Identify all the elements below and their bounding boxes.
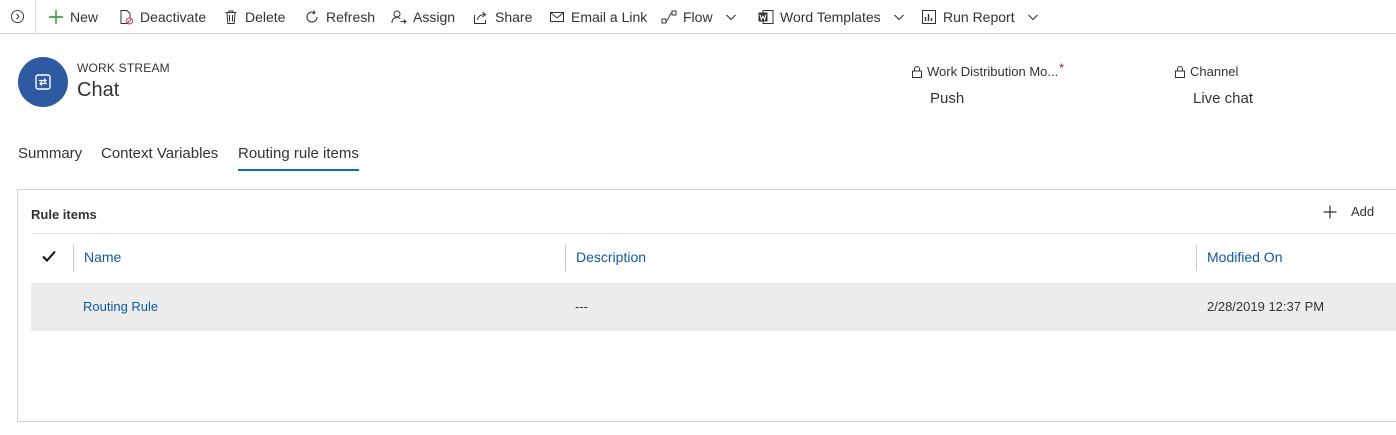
word-templates-button[interactable]: Word Templates (758, 0, 905, 33)
channel-label: Channel (1174, 64, 1238, 79)
run-report-label: Run Report (943, 8, 1015, 25)
column-divider (73, 245, 74, 271)
command-bar: New Deactivate Delete Refresh Assign Sha… (0, 0, 1396, 34)
work-distribution-mode-value: Push (930, 90, 965, 107)
column-divider (565, 245, 566, 271)
column-header-modified-on[interactable]: Modified On (1207, 249, 1282, 265)
lock-icon (911, 65, 923, 78)
assign-icon (391, 9, 407, 25)
flow-icon (661, 9, 677, 25)
plus-icon (48, 9, 64, 25)
delete-button[interactable]: Delete (223, 0, 285, 33)
rule-items-section: Rule items Add Name Description Modified… (17, 189, 1396, 422)
record-title: Chat (77, 79, 120, 101)
tab-routing-rule-items[interactable]: Routing rule items (238, 145, 359, 171)
refresh-button[interactable]: Refresh (304, 0, 375, 33)
add-label: Add (1351, 204, 1375, 219)
share-button[interactable]: Share (473, 0, 532, 33)
flow-label: Flow (683, 8, 713, 25)
work-stream-icon (35, 74, 51, 90)
column-divider (1196, 245, 1197, 271)
required-indicator: * (1059, 60, 1064, 75)
table-row[interactable]: Routing Rule --- 2/28/2019 12:37 PM (31, 283, 1396, 331)
lock-icon (1174, 65, 1186, 78)
new-button[interactable]: New (48, 0, 98, 33)
word-templates-label: Word Templates (780, 8, 881, 25)
chevron-circle-icon (10, 9, 25, 24)
flow-button[interactable]: Flow (661, 0, 737, 33)
select-all-checkmark-icon[interactable] (42, 249, 56, 263)
chevron-down-icon[interactable] (893, 11, 905, 23)
share-label: Share (495, 8, 533, 25)
new-label: New (70, 8, 99, 25)
word-icon (758, 9, 774, 25)
deactivate-label: Deactivate (140, 8, 207, 25)
field-label-text: Work Distribution Mo... (927, 64, 1059, 79)
add-button[interactable]: Add (1323, 204, 1374, 219)
refresh-icon (304, 9, 320, 25)
cell-name-link[interactable]: Routing Rule (83, 299, 158, 314)
cell-modified-on: 2/28/2019 12:37 PM (1207, 299, 1325, 314)
delete-label: Delete (245, 8, 286, 25)
deactivate-icon (118, 9, 134, 25)
back-button[interactable] (0, 0, 36, 33)
plus-icon (1323, 205, 1337, 218)
work-distribution-mode-label: Work Distribution Mo... * (911, 60, 1064, 79)
column-header-name[interactable]: Name (84, 249, 121, 265)
tab-context-variables[interactable]: Context Variables (101, 145, 218, 171)
email-icon (549, 9, 565, 25)
assign-button[interactable]: Assign (391, 0, 455, 33)
run-report-button[interactable]: Run Report (921, 0, 1039, 33)
deactivate-button[interactable]: Deactivate (118, 0, 206, 33)
email-link-button[interactable]: Email a Link (549, 0, 647, 33)
trash-icon (223, 9, 239, 25)
email-link-label: Email a Link (571, 8, 648, 25)
tab-summary[interactable]: Summary (18, 145, 82, 171)
channel-value: Live chat (1193, 90, 1254, 107)
field-label-text: Channel (1190, 64, 1239, 79)
grid-header-divider (31, 233, 1396, 234)
column-header-description[interactable]: Description (576, 249, 646, 265)
entity-type-label: WORK STREAM (77, 61, 170, 75)
cell-description: --- (575, 299, 588, 314)
chevron-down-icon[interactable] (1027, 11, 1039, 23)
section-title: Rule items (31, 207, 97, 222)
share-icon (473, 9, 489, 25)
entity-avatar (18, 57, 68, 107)
report-icon (921, 9, 937, 25)
refresh-label: Refresh (326, 8, 376, 25)
assign-label: Assign (413, 8, 456, 25)
chevron-down-icon[interactable] (725, 11, 737, 23)
